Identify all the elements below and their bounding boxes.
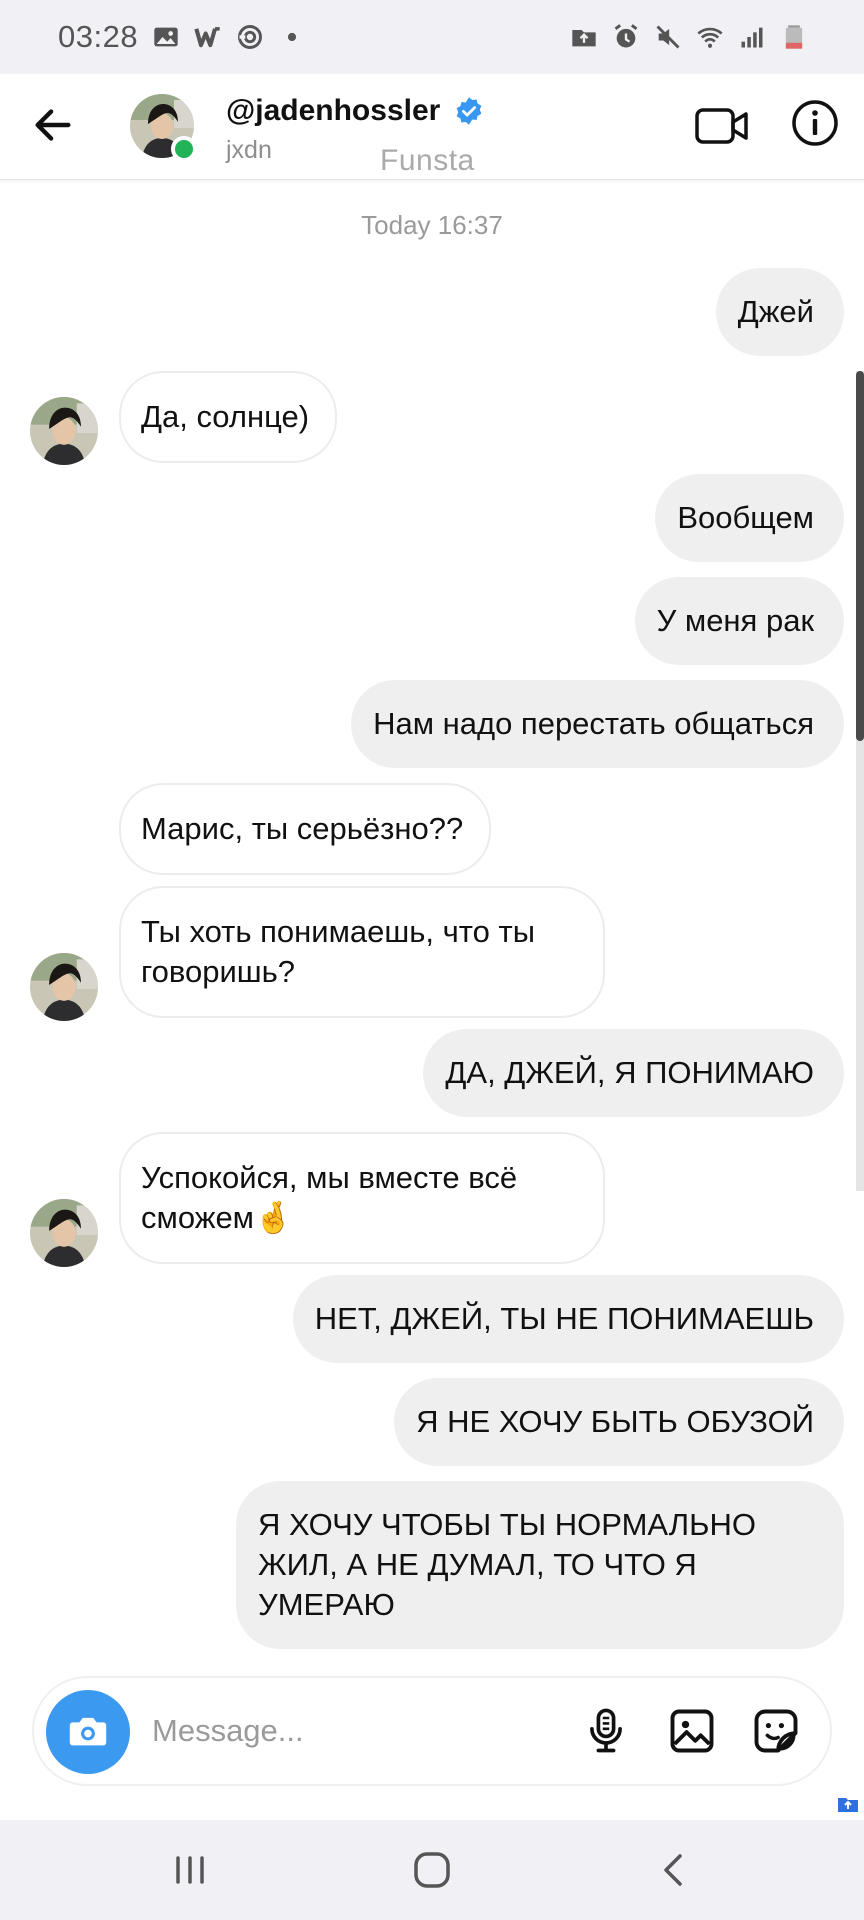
system-nav-bar <box>0 1820 864 1920</box>
home-button[interactable] <box>408 1846 456 1894</box>
status-time: 03:28 <box>58 19 139 54</box>
info-icon <box>792 100 838 146</box>
screen: 03:28 @jadenhossler jxdn Funsta Today 16… <box>0 0 864 1920</box>
folder-icon <box>570 23 598 51</box>
floating-folder-icon[interactable] <box>836 1792 860 1816</box>
scrollbar-thumb[interactable] <box>856 371 864 741</box>
gallery-icon <box>670 1709 714 1753</box>
outgoing-message[interactable]: Я НЕ ХОЧУ БЫТЬ ОБУЗОЙ <box>394 1378 844 1466</box>
camera-icon <box>69 1717 107 1746</box>
overlay-caption: Funsta <box>380 144 475 177</box>
outgoing-message[interactable]: ДА, ДЖЕЙ, Я ПОНИМАЮ <box>423 1029 844 1117</box>
recent-apps-button[interactable] <box>166 1846 214 1894</box>
outgoing-message[interactable]: Нам надо перестать общаться <box>351 680 844 768</box>
microphone-icon <box>590 1708 622 1753</box>
outgoing-message[interactable]: НЕТ, ДЖЕЙ, ТЫ НЕ ПОНИМАЕШЬ <box>292 1275 844 1363</box>
camera-button[interactable] <box>46 1690 130 1774</box>
video-camera-icon <box>695 108 748 144</box>
home-icon <box>414 1852 450 1888</box>
back-arrow-icon <box>35 109 71 141</box>
scrollbar[interactable] <box>856 371 864 1191</box>
voice-message-button[interactable] <box>580 1705 632 1757</box>
outgoing-message[interactable]: У меня рак <box>634 577 844 665</box>
back-button[interactable] <box>30 102 76 148</box>
verified-badge-icon <box>456 97 482 125</box>
online-status-dot <box>171 136 197 162</box>
sender-avatar[interactable] <box>30 1199 98 1267</box>
incoming-message[interactable]: Марис, ты серьёзно?? <box>119 783 492 875</box>
incoming-message[interactable]: Да, солнце) <box>119 371 338 463</box>
w-app-icon <box>194 23 222 51</box>
contact-subtitle: jxdn <box>226 136 272 164</box>
incoming-message[interactable]: Успокойся, мы вместе всё сможем🤞 <box>119 1132 605 1264</box>
recent-apps-icon <box>176 1856 204 1884</box>
status-bar: 03:28 <box>0 0 864 74</box>
sticker-icon <box>754 1709 798 1753</box>
wifi-icon <box>696 23 724 51</box>
signal-icon <box>738 23 766 51</box>
contact-username: @jadenhossler <box>226 94 441 127</box>
dot-icon <box>278 23 306 51</box>
swirl-icon <box>236 23 264 51</box>
contact-name-row[interactable]: @jadenhossler <box>226 94 484 128</box>
mute-icon <box>654 23 682 51</box>
incoming-message[interactable]: Ты хоть понимаешь, что ты говоришь? <box>119 886 605 1018</box>
sender-avatar[interactable] <box>30 397 98 465</box>
outgoing-message[interactable]: Я ХОЧУ ЧТОБЫ ТЫ НОРМАЛЬНО ЖИЛ, А НЕ ДУМА… <box>236 1481 844 1649</box>
system-back-button[interactable] <box>650 1846 698 1894</box>
sender-avatar[interactable] <box>30 953 98 1021</box>
sticker-button[interactable] <box>750 1705 802 1757</box>
chat-header: @jadenhossler jxdn Funsta <box>0 74 864 180</box>
message-input[interactable] <box>152 1706 472 1756</box>
info-button[interactable] <box>790 98 840 148</box>
image-icon <box>152 23 180 51</box>
video-call-button[interactable] <box>694 100 750 152</box>
date-separator: Today 16:37 <box>361 210 503 240</box>
battery-icon <box>780 23 808 51</box>
outgoing-message[interactable]: Вообщем <box>655 474 844 562</box>
message-thread[interactable]: Today 16:37 Джей Да, солнце) Вообщем У м… <box>0 181 864 1661</box>
outgoing-message[interactable]: Джей <box>715 268 844 356</box>
message-composer <box>32 1676 832 1786</box>
alarm-icon <box>612 23 640 51</box>
gallery-button[interactable] <box>666 1705 718 1757</box>
back-icon <box>664 1854 682 1886</box>
